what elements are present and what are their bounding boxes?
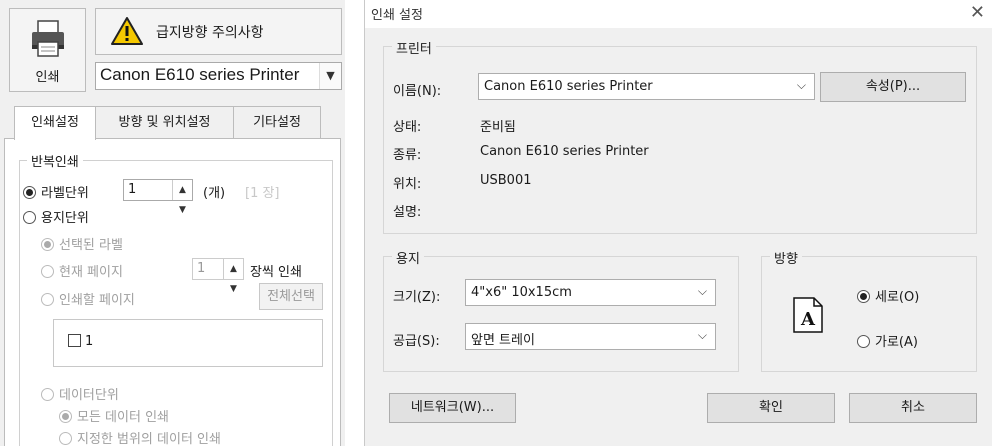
printer-name-dropdown[interactable]: Canon E610 series Printer ⌵ (478, 73, 815, 100)
page-list: 1 (53, 319, 323, 367)
copies-suffix: 장씩 인쇄 (250, 265, 302, 280)
up-down-arrows-icon[interactable]: ▲ ▼ (172, 180, 192, 215)
radio-checked-icon (23, 186, 36, 199)
label-count-stepper[interactable]: 1 ▲ ▼ (123, 179, 193, 215)
tab-label: 방향 및 위치설정 (118, 115, 211, 130)
feed-direction-warning-button[interactable]: 급지방향 주의사항 (95, 8, 342, 55)
tab-other-settings[interactable]: 기타설정 (233, 106, 321, 139)
comment-label: 설명: (393, 205, 422, 220)
radio-unchecked-icon (41, 388, 54, 401)
where-label: 위치: (393, 177, 422, 192)
tab-content: 반복인쇄 라벨단위 1 ▲ ▼ (개) [1 장] 용지단위 선택된 라벨 현재 … (4, 138, 341, 446)
all-data-radio[interactable]: 모든 데이터 인쇄 (59, 406, 169, 425)
portrait-text: 세로(O) (875, 290, 920, 305)
paper-group-legend: 용지 (392, 248, 424, 267)
type-label: 종류: (393, 148, 422, 163)
paper-group: 용지 (383, 248, 739, 372)
type-value: Canon E610 series Printer (480, 144, 649, 159)
all-data-text: 모든 데이터 인쇄 (77, 410, 169, 425)
status-value: 준비됨 (480, 120, 516, 135)
radio-unchecked-icon (857, 335, 870, 348)
selected-label-text: 선택된 라벨 (59, 238, 123, 253)
selected-label-radio[interactable]: 선택된 라벨 (41, 234, 123, 253)
printer-name-label: 이름(N): (393, 84, 442, 99)
copies-value: 1 (197, 261, 206, 276)
tab-label: 기타설정 (253, 115, 301, 130)
paper-source-label: 공급(S): (393, 334, 440, 349)
tab-label: 인쇄설정 (31, 115, 79, 130)
cancel-button[interactable]: 취소 (849, 393, 977, 423)
radio-unchecked-icon (41, 265, 54, 278)
tab-orientation-position[interactable]: 방향 및 위치설정 (95, 106, 234, 139)
data-unit-text: 데이터단위 (59, 388, 119, 403)
checkbox-icon (68, 334, 81, 347)
print-button[interactable]: 인쇄 (9, 8, 86, 92)
print-setup-dialog: 인쇄 설정 ✕ 프린터 이름(N): Canon E610 series Pri… (364, 0, 992, 446)
printer-group-legend: 프린터 (392, 38, 436, 57)
paper-size-label: 크기(Z): (393, 290, 441, 305)
copies-stepper[interactable]: 1 ▲ ▼ (192, 258, 244, 294)
pages-to-print-radio[interactable]: 인쇄할 페이지 (41, 289, 135, 308)
ok-button[interactable]: 확인 (707, 393, 835, 423)
select-all-button[interactable]: 전체선택 (259, 283, 323, 310)
label-unit-radio[interactable]: 라벨단위 (23, 182, 89, 201)
page-item-label: 1 (85, 334, 94, 349)
paper-unit-radio[interactable]: 용지단위 (23, 207, 89, 226)
paper-size-value: 4"x6" 10x15cm (471, 285, 572, 300)
page-list-item[interactable]: 1 (68, 334, 93, 349)
repeat-print-legend: 반복인쇄 (27, 151, 83, 170)
chevron-down-icon: ⌵ (697, 284, 707, 298)
chevron-down-icon: ⌵ (697, 328, 707, 342)
print-button-label: 인쇄 (35, 70, 60, 85)
printer-name-value: Canon E610 series Printer (484, 79, 653, 94)
radio-unchecked-icon (41, 293, 54, 306)
portrait-page-icon: A (793, 297, 823, 333)
printer-dropdown-value: Canon E610 series Printer (100, 65, 300, 84)
printer-dropdown[interactable]: Canon E610 series Printer ▼ (95, 62, 342, 90)
dialog-title: 인쇄 설정 (371, 8, 423, 23)
label-count-unit: (개) (203, 186, 226, 201)
label-page-count: [1 장] (245, 186, 280, 201)
up-down-arrows-icon[interactable]: ▲ ▼ (223, 259, 243, 294)
warning-icon (111, 17, 143, 45)
range-data-text: 지정한 범위의 데이터 인쇄 (77, 432, 221, 446)
radio-unchecked-icon (59, 432, 72, 445)
printer-icon (32, 20, 64, 57)
orientation-group-legend: 방향 (770, 248, 802, 267)
properties-button[interactable]: 속성(P)... (820, 72, 966, 102)
radio-unchecked-icon (23, 211, 36, 224)
where-value: USB001 (480, 173, 532, 188)
portrait-icon-letter: A (800, 309, 816, 330)
pages-to-print-text: 인쇄할 페이지 (59, 293, 135, 308)
network-button[interactable]: 네트워크(W)... (389, 393, 516, 423)
radio-checked-icon (59, 410, 72, 423)
current-page-text: 현재 페이지 (59, 265, 123, 280)
radio-checked-icon (857, 290, 870, 303)
status-label: 상태: (393, 120, 422, 135)
data-unit-radio[interactable]: 데이터단위 (41, 384, 119, 403)
label-unit-text: 라벨단위 (41, 186, 89, 201)
landscape-text: 가로(A) (875, 335, 918, 350)
current-page-radio[interactable]: 현재 페이지 (41, 261, 123, 280)
tab-print-settings[interactable]: 인쇄설정 (14, 106, 96, 140)
paper-size-dropdown[interactable]: 4"x6" 10x15cm ⌵ (465, 279, 716, 306)
chevron-down-icon: ⌵ (796, 78, 806, 92)
range-data-radio[interactable]: 지정한 범위의 데이터 인쇄 (59, 428, 221, 446)
close-icon[interactable]: ✕ (970, 2, 985, 23)
radio-checked-icon (41, 238, 54, 251)
portrait-radio[interactable]: 세로(O) (857, 286, 919, 305)
label-count-value: 1 (128, 182, 137, 197)
paper-source-dropdown[interactable]: 앞면 트레이 ⌵ (465, 323, 716, 350)
label-print-panel: 인쇄 급지방향 주의사항 Canon E610 series Printer ▼… (0, 0, 345, 446)
landscape-radio[interactable]: 가로(A) (857, 331, 918, 350)
dialog-titlebar: 인쇄 설정 ✕ (365, 0, 992, 28)
warning-button-label: 급지방향 주의사항 (156, 25, 264, 41)
paper-unit-text: 용지단위 (41, 211, 89, 226)
paper-source-value: 앞면 트레이 (471, 333, 535, 348)
chevron-down-icon[interactable]: ▼ (319, 63, 341, 89)
